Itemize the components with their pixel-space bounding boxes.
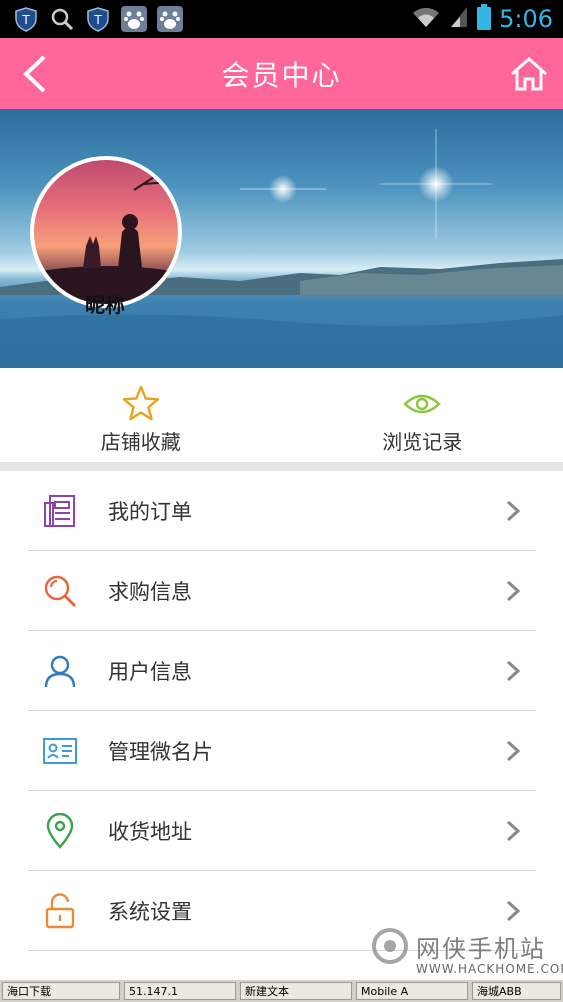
search-icon <box>48 5 76 33</box>
location-pin-icon <box>40 811 80 851</box>
quick-actions: 店铺收藏 浏览记录 <box>0 368 563 462</box>
taskbar-item[interactable]: 51.147.1 <box>124 982 236 1000</box>
star-icon <box>122 385 159 421</box>
signal-icon <box>449 5 469 33</box>
chevron-left-icon <box>23 55 46 93</box>
chevron-right-icon <box>506 900 521 922</box>
menu-item-business-card[interactable]: 管理微名片 <box>28 711 535 791</box>
home-button[interactable] <box>507 52 551 96</box>
chevron-right-icon <box>506 500 521 522</box>
wifi-icon <box>411 5 441 33</box>
menu-item-label: 管理微名片 <box>108 739 213 764</box>
svg-text:T: T <box>21 13 30 27</box>
page-title: 会员中心 <box>221 58 342 92</box>
nickname[interactable]: 昵称 <box>60 289 150 318</box>
order-document-icon <box>40 491 80 531</box>
baidu-paw-icon <box>120 5 148 33</box>
watermark-logo-icon <box>372 928 408 964</box>
chevron-right-icon <box>506 660 521 682</box>
section-divider <box>0 462 563 471</box>
home-icon <box>511 56 547 91</box>
menu-item-label: 收货地址 <box>108 819 192 844</box>
baidu-paw-icon <box>156 5 184 33</box>
taskbar-item[interactable]: 海城ABB <box>472 982 561 1000</box>
favorite-shops-button[interactable]: 店铺收藏 <box>0 368 282 462</box>
avatar[interactable] <box>30 156 182 308</box>
browse-history-label: 浏览记录 <box>382 430 463 454</box>
menu-item-label: 求购信息 <box>108 579 192 604</box>
watermark: 网侠手机站 <box>370 926 546 966</box>
avatar-image <box>34 163 178 304</box>
menu-item-label: 用户信息 <box>108 659 192 684</box>
title-bar: 会员中心 <box>0 38 563 109</box>
taskbar: 海口下载 51.147.1 新建文本 Mobile A 海城ABB <box>0 980 563 1002</box>
taskbar-item[interactable]: 新建文本 <box>240 982 352 1000</box>
menu-item-user-info[interactable]: 用户信息 <box>28 631 535 711</box>
menu-item-my-orders[interactable]: 我的订单 <box>28 471 535 551</box>
search-icon <box>40 571 80 611</box>
favorite-shops-label: 店铺收藏 <box>100 430 181 454</box>
browse-history-button[interactable]: 浏览记录 <box>282 368 563 462</box>
unlock-icon <box>40 891 80 931</box>
menu-item-purchase-requests[interactable]: 求购信息 <box>28 551 535 631</box>
status-bar: T T 5:06 <box>0 0 563 38</box>
chevron-right-icon <box>506 580 521 602</box>
battery-icon <box>477 4 492 34</box>
svg-text:T: T <box>93 13 102 27</box>
taskbar-item[interactable]: 海口下载 <box>2 982 120 1000</box>
chevron-right-icon <box>506 740 521 762</box>
back-button[interactable] <box>14 52 54 96</box>
user-icon <box>40 651 80 691</box>
business-card-icon <box>40 731 80 771</box>
menu-list: 我的订单 求购信息 用户信息 管理微名片 收货地址 系统设置 <box>0 471 563 951</box>
shield-app-icon: T <box>84 5 112 33</box>
profile-banner: 昵称 <box>0 109 563 368</box>
watermark-url: WWW.HACKHOME.COM <box>416 962 563 976</box>
menu-item-label: 系统设置 <box>108 899 192 924</box>
taskbar-item[interactable]: Mobile A <box>356 982 468 1000</box>
eye-icon <box>403 394 442 414</box>
shield-app-icon: T <box>12 5 40 33</box>
menu-item-shipping-address[interactable]: 收货地址 <box>28 791 535 871</box>
menu-item-label: 我的订单 <box>108 499 192 524</box>
chevron-right-icon <box>506 820 521 842</box>
watermark-text: 网侠手机站 <box>416 934 546 963</box>
status-time: 5:06 <box>499 5 553 33</box>
